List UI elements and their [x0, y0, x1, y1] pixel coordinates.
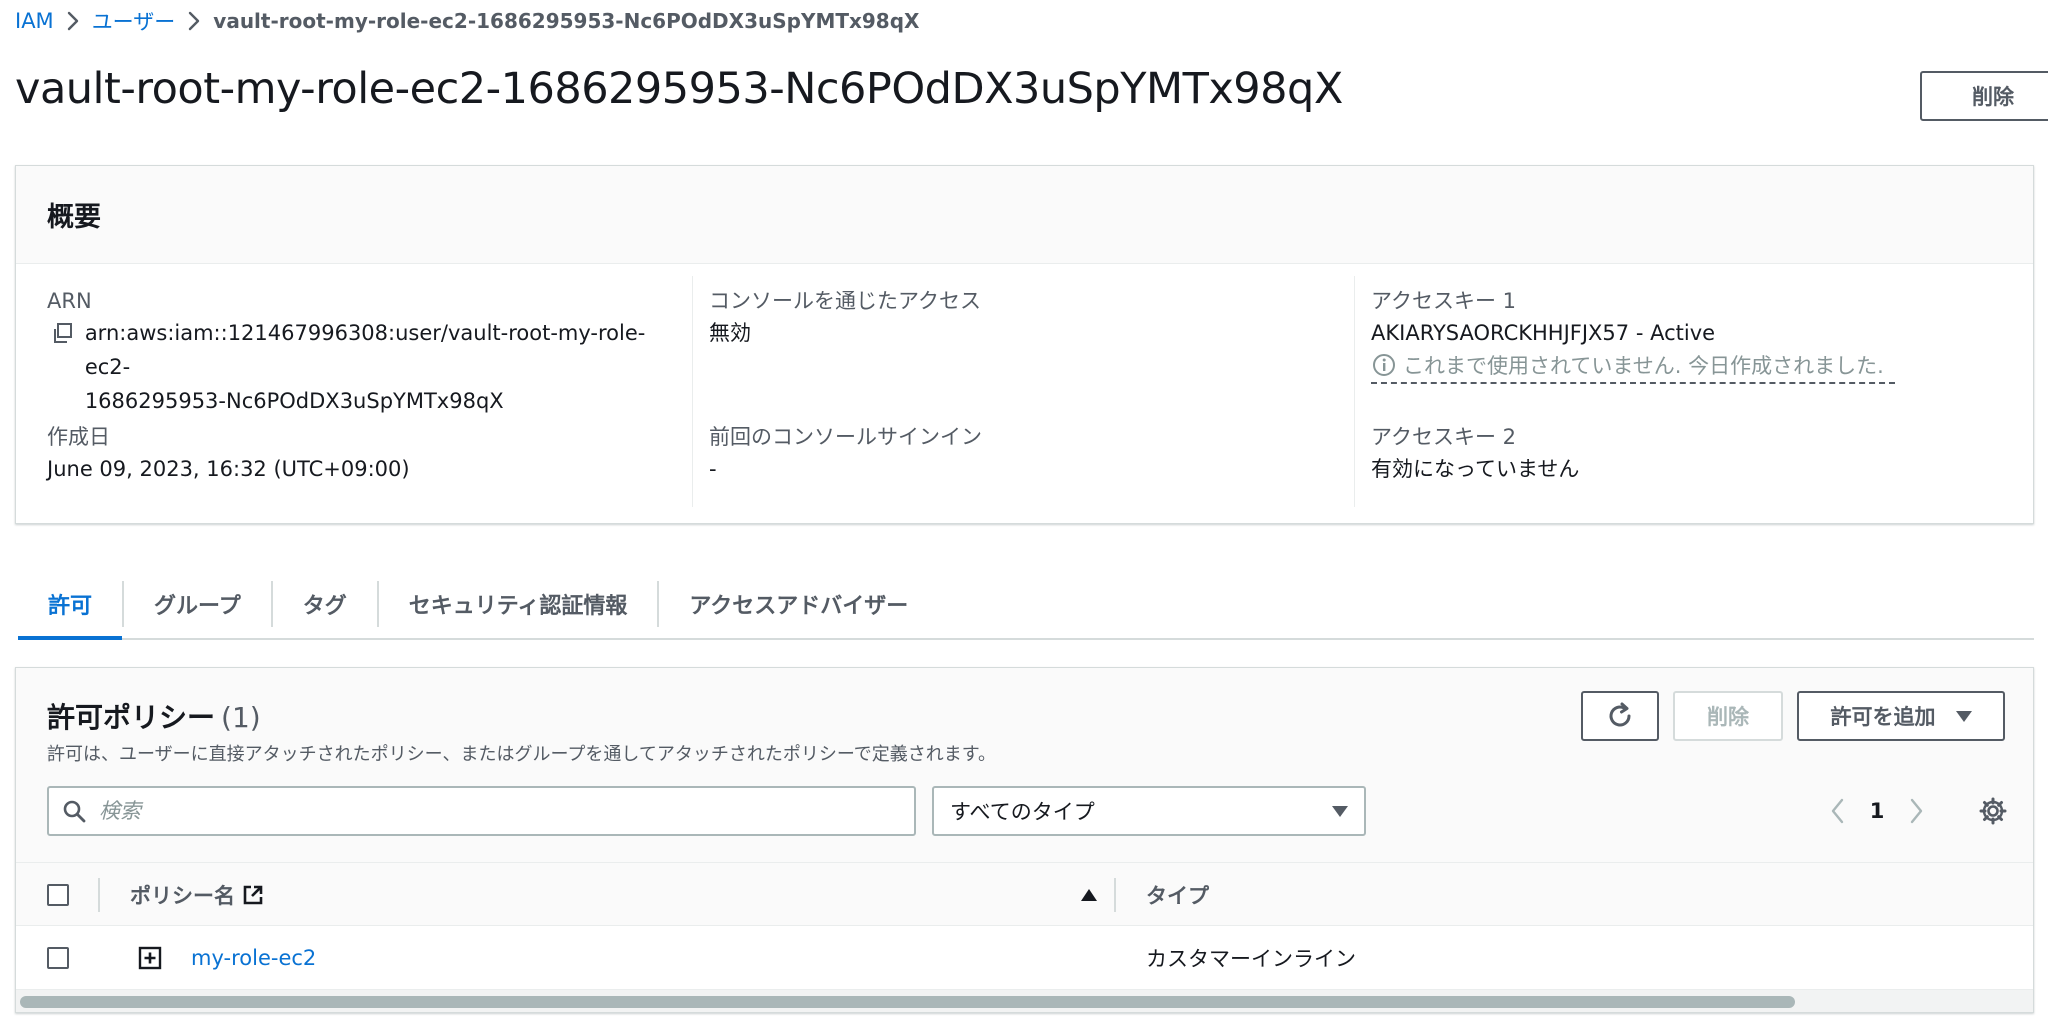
- row-checkbox[interactable]: [47, 947, 69, 969]
- access-key1-value: AKIARYSAORCKHHJFJX57 - Active: [1371, 321, 1716, 345]
- scrollbar-thumb[interactable]: [20, 996, 1795, 1008]
- select-all-checkbox[interactable]: [47, 884, 69, 906]
- page-title: vault-root-my-role-ec2-1686295953-Nc6POd…: [15, 64, 1343, 114]
- console-access-label: コンソールを通じたアクセス: [709, 289, 981, 313]
- chevron-left-icon[interactable]: [1824, 791, 1852, 831]
- breadcrumb-users[interactable]: ユーザー: [92, 6, 176, 36]
- column-policy-name-label: ポリシー名: [130, 884, 235, 908]
- policies-count: (1): [221, 701, 261, 734]
- arn-line-2: 1686295953-Nc6POdDX3uSpYMTx98qX: [84, 389, 504, 413]
- console-access-value: 無効: [709, 321, 751, 345]
- refresh-button[interactable]: [1581, 691, 1659, 741]
- type-filter-select[interactable]: すべてのタイプ: [932, 786, 1366, 836]
- chevron-right-icon[interactable]: [1902, 791, 1930, 831]
- policy-name-link[interactable]: my-role-ec2: [191, 926, 316, 990]
- permission-policies-panel: 許可ポリシー (1) 許可は、ユーザーに直接アタッチされたポリシー、またはグループ…: [15, 667, 2034, 1013]
- breadcrumb-iam[interactable]: IAM: [15, 9, 54, 33]
- tab-tags[interactable]: タグ: [273, 570, 377, 638]
- access-key2-value: 有効になっていません: [1371, 457, 1580, 481]
- arn-text: arn:aws:iam::121467996308:user/vault-roo…: [85, 316, 687, 418]
- chevron-right-icon: [54, 6, 92, 36]
- search-field[interactable]: [47, 786, 916, 836]
- page-number[interactable]: 1: [1866, 799, 1888, 823]
- created-label: 作成日: [47, 425, 110, 449]
- created-value: June 09, 2023, 16:32 (UTC+09:00): [47, 457, 410, 481]
- access-key1-note-text: これまで使用されていません. 今日作成されました.: [1403, 354, 1884, 378]
- column-type-label: タイプ: [1146, 884, 1209, 908]
- add-permissions-button[interactable]: 許可を追加: [1797, 691, 2005, 741]
- summary-column-2: コンソールを通じたアクセス 無効 前回のコンソールサインイン -: [692, 276, 1352, 507]
- breadcrumb-current: vault-root-my-role-ec2-1686295953-Nc6POd…: [213, 9, 920, 33]
- breadcrumb: IAM ユーザー vault-root-my-role-ec2-16862959…: [15, 6, 919, 36]
- access-key1-note[interactable]: これまで使用されていません. 今日作成されました.: [1371, 350, 1895, 384]
- last-signin-value: -: [709, 457, 717, 481]
- console-access-field: コンソールを通じたアクセス 無効: [709, 286, 981, 350]
- summary-panel: 概要 ARN arn:aws:iam::121467996308:user/va…: [15, 165, 2034, 524]
- sort-up-icon[interactable]: [1079, 885, 1099, 905]
- access-key1-field: アクセスキー 1 AKIARYSAORCKHHJFJX57 - Active こ…: [1371, 286, 1895, 384]
- info-icon: [1371, 352, 1397, 378]
- arn-label: ARN: [47, 289, 92, 313]
- created-field: 作成日 June 09, 2023, 16:32 (UTC+09:00): [47, 422, 410, 486]
- column-divider: [1114, 878, 1116, 912]
- tab-security-credentials[interactable]: セキュリティ認証情報: [379, 570, 658, 638]
- pagination: 1: [1824, 786, 1930, 836]
- summary-column-3: アクセスキー 1 AKIARYSAORCKHHJFJX57 - Active こ…: [1354, 276, 2014, 507]
- tab-bar: 許可 グループ タグ セキュリティ認証情報 アクセスアドバイザー: [18, 570, 2034, 640]
- tab-access-advisor[interactable]: アクセスアドバイザー: [659, 570, 938, 638]
- column-divider: [98, 878, 100, 912]
- access-key1-label: アクセスキー 1: [1371, 289, 1516, 313]
- policy-type: カスタマーインライン: [1146, 947, 1356, 971]
- delete-user-button[interactable]: 削除: [1920, 71, 2048, 121]
- access-key2-field: アクセスキー 2 有効になっていません: [1371, 422, 1579, 486]
- search-input[interactable]: [99, 799, 879, 823]
- copy-icon[interactable]: [47, 318, 77, 348]
- arn-field: ARN arn:aws:iam::121467996308:user/vault…: [47, 286, 687, 418]
- gear-icon[interactable]: [1976, 794, 2010, 828]
- refresh-icon: [1609, 702, 1631, 727]
- horizontal-scrollbar[interactable]: [16, 990, 2033, 1012]
- column-type[interactable]: タイプ: [1146, 863, 1209, 927]
- summary-header: 概要: [16, 166, 2033, 264]
- external-link-icon: [241, 883, 265, 907]
- summary-column-1: ARN arn:aws:iam::121467996308:user/vault…: [47, 276, 687, 507]
- search-icon: [61, 798, 87, 824]
- arn-line-1: arn:aws:iam::121467996308:user/vault-roo…: [84, 321, 646, 379]
- delete-policy-button[interactable]: 削除: [1673, 691, 1783, 741]
- expand-icon[interactable]: [137, 945, 163, 971]
- type-filter-value: すべてのタイプ: [950, 800, 1095, 824]
- summary-body: ARN arn:aws:iam::121467996308:user/vault…: [16, 264, 2033, 523]
- access-key2-label: アクセスキー 2: [1371, 425, 1516, 449]
- add-permissions-label: 許可を追加: [1830, 706, 1936, 729]
- last-signin-label: 前回のコンソールサインイン: [709, 425, 982, 449]
- arn-value: arn:aws:iam::121467996308:user/vault-roo…: [47, 316, 687, 418]
- tab-permissions[interactable]: 許可: [18, 570, 123, 640]
- summary-heading: 概要: [47, 202, 101, 233]
- policies-title-text: 許可ポリシー: [47, 701, 216, 734]
- chevron-right-icon: [175, 6, 213, 36]
- table-header: ポリシー名 タイプ: [16, 862, 2033, 927]
- policies-description: 許可は、ユーザーに直接アタッチされたポリシー、またはグループを通してアタッチされ…: [47, 744, 996, 765]
- caret-down-icon: [1332, 805, 1348, 817]
- policies-title: 許可ポリシー (1): [47, 696, 261, 736]
- column-policy-name[interactable]: ポリシー名: [130, 863, 265, 927]
- tab-groups[interactable]: グループ: [124, 570, 271, 638]
- caret-down-icon: [1955, 710, 1972, 722]
- last-signin-field: 前回のコンソールサインイン -: [709, 422, 982, 486]
- table-row: my-role-ec2 カスタマーインライン: [16, 926, 2033, 990]
